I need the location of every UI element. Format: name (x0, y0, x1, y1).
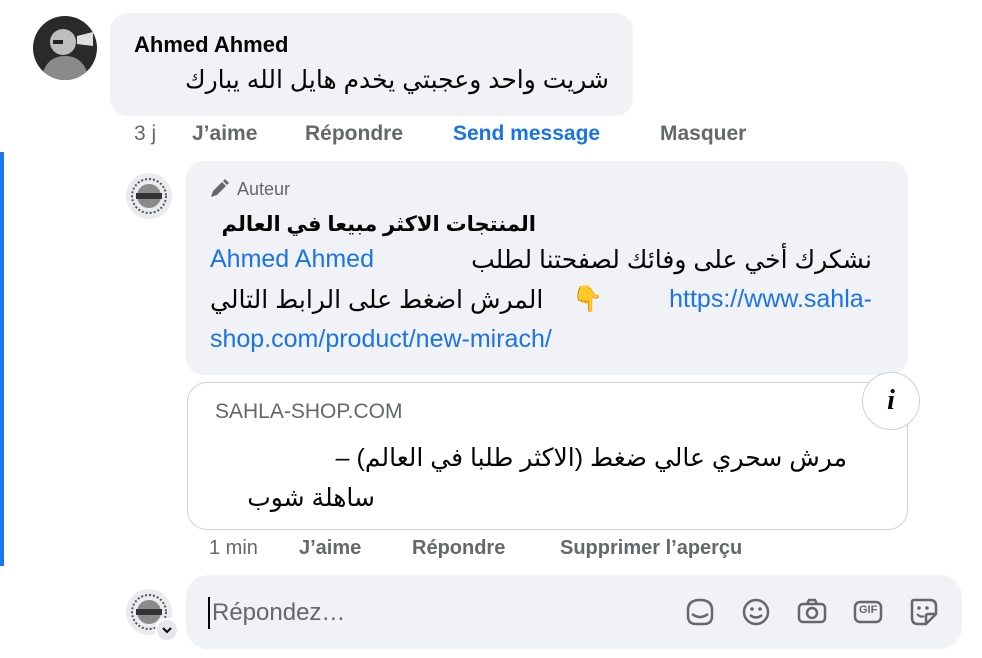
reply-button[interactable]: Répondre (305, 122, 403, 146)
pointing-down-emoji: 👇 (572, 285, 604, 313)
author-badge-label: Auteur (237, 178, 291, 199)
reply-time[interactable]: 1 min (209, 537, 258, 560)
preview-title-line-2: ساهلة شوب (247, 484, 375, 512)
author-badge: Auteur (208, 177, 290, 201)
emoji-icon[interactable] (738, 594, 774, 630)
info-button[interactable]: i (862, 372, 920, 430)
mention-link[interactable]: Ahmed Ahmed (210, 245, 374, 274)
reply-actions: 1 min J’aime Répondre Supprimer l’aperçu (0, 537, 982, 567)
reply-text-part1: نشكرك أخي على وفائك لصفحتنا لطلب (471, 246, 872, 274)
reply-bubble: Auteur المنتجات الاكثر مبيعا في العالم A… (186, 161, 908, 375)
composer-caret (208, 597, 210, 629)
sticker-icon[interactable] (682, 594, 718, 630)
chevron-down-icon (162, 627, 172, 634)
preview-title-line-1: مرش سحري عالي ضغط (الاكثر طلبا في العالم… (335, 444, 847, 472)
like-button[interactable]: J’aime (192, 122, 257, 146)
comment-text: شريت واحد وعجبتي يخدم هايل الله يبارك (185, 66, 609, 94)
comment-author[interactable]: Ahmed Ahmed (134, 32, 288, 58)
reply-composer[interactable]: Répondez… GIF (186, 575, 962, 649)
commenter-avatar[interactable] (33, 16, 97, 80)
reply-author[interactable]: المنتجات الاكثر مبيعا في العالم (221, 212, 536, 237)
pencil-icon (211, 179, 229, 197)
reply-reply-button[interactable]: Répondre (412, 537, 505, 560)
gif-icon-label: GIF (859, 604, 878, 616)
page-avatar[interactable] (125, 172, 173, 220)
hide-button[interactable]: Masquer (660, 122, 746, 146)
reply-line-1: Ahmed Ahmed نشكرك أخي على وفائك لصفحتنا … (210, 245, 872, 281)
url-link-part1[interactable]: https://www.sahla- (669, 285, 872, 314)
profile-switch-chevron[interactable] (155, 618, 179, 642)
person-photo-icon (33, 16, 97, 80)
sticker-face-icon[interactable] (906, 594, 942, 630)
reply-text-part2: المرش اضغط على الرابط التالي (210, 286, 544, 314)
comment-actions: 3 j J’aime Répondre Send message Masquer (0, 122, 982, 152)
preview-domain: SAHLA-SHOP.COM (215, 400, 403, 423)
info-icon: i (887, 385, 895, 416)
send-message-button[interactable]: Send message (453, 122, 600, 146)
camera-icon[interactable] (794, 594, 830, 630)
remove-preview-button[interactable]: Supprimer l’aperçu (560, 537, 742, 560)
reply-like-button[interactable]: J’aime (299, 537, 361, 560)
page-logo-icon (126, 173, 172, 219)
thread-line (0, 152, 4, 566)
reply-line-2: المرش اضغط على الرابط التالي 👇 https://w… (210, 285, 872, 321)
comment-time[interactable]: 3 j (134, 122, 156, 146)
url-link-part2[interactable]: shop.com/product/new-mirach/ (210, 325, 552, 354)
link-preview-card[interactable]: SAHLA-SHOP.COM مرش سحري عالي ضغط (الاكثر… (187, 382, 908, 530)
reply-input[interactable]: Répondez… (212, 599, 345, 627)
comment-bubble: Ahmed Ahmed شريت واحد وعجبتي يخدم هايل ا… (110, 13, 633, 116)
